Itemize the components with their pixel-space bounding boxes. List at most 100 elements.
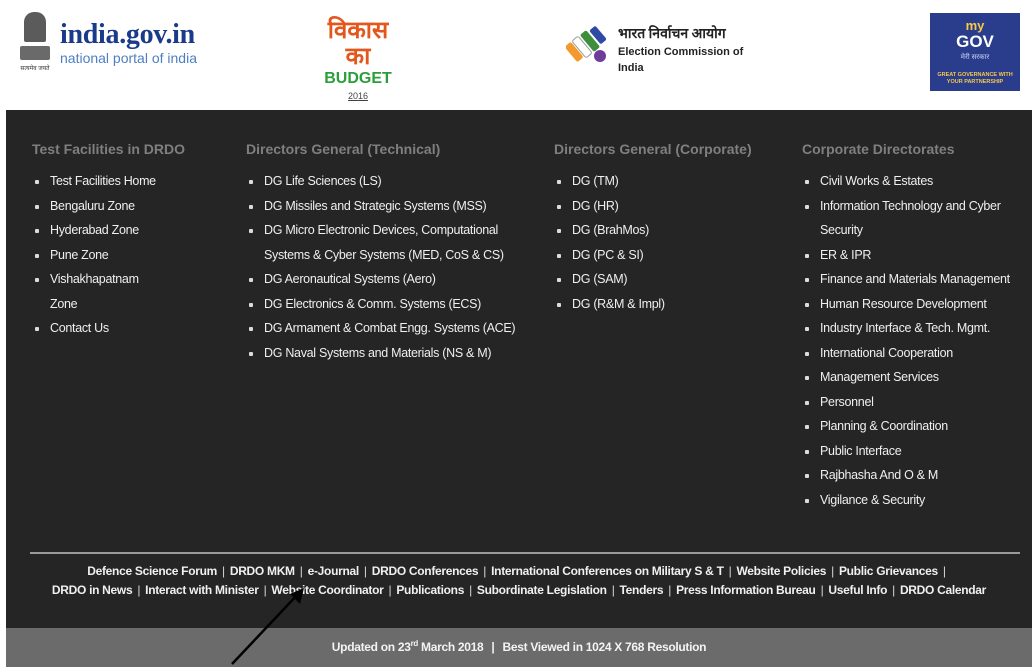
dg-sam-link[interactable]: DG (SAM) — [554, 267, 794, 292]
link-separator: | — [137, 583, 141, 597]
emblem-base-icon — [20, 46, 50, 60]
budget-word: BUDGET — [324, 70, 392, 87]
drdo-conferences-link[interactable]: DRDO Conferences — [372, 564, 479, 578]
bengaluru-zone-link[interactable]: Bengaluru Zone — [32, 194, 232, 219]
pune-zone-link[interactable]: Pune Zone — [32, 243, 232, 268]
dg-brahmos-link[interactable]: DG (BrahMos) — [554, 218, 794, 243]
link-separator: | — [668, 583, 672, 597]
mygov-logo[interactable]: my GOV मेरी सरकार GREAT GOVERNANCE WITH … — [930, 13, 1020, 91]
website-coordinator-link[interactable]: Website Coordinator — [271, 583, 383, 597]
vigilance-security-link[interactable]: Vigilance & Security — [802, 488, 1032, 513]
test-facilities-heading: Test Facilities in DRDO — [32, 141, 185, 157]
mygov-tagline: GREAT GOVERNANCE WITH YOUR PARTNERSHIP — [937, 72, 1013, 85]
er-ipr-link[interactable]: ER & IPR — [802, 243, 1032, 268]
dg-rm-impl-link[interactable]: DG (R&M & Impl) — [554, 292, 794, 317]
human-resource-link[interactable]: Human Resource Development — [802, 292, 1032, 317]
rajbhasha-link[interactable]: Rajbhasha And O & M — [802, 463, 1032, 488]
link-separator: | — [892, 583, 895, 597]
subordinate-legislation-link[interactable]: Subordinate Legislation — [477, 583, 607, 597]
updated-separator: | — [491, 640, 495, 654]
dg-pc-si-link[interactable]: DG (PC & SI) — [554, 243, 794, 268]
dg-life-sciences-link[interactable]: DG Life Sciences (LS) — [246, 169, 546, 194]
corporate-directorates-column: Corporate Directorates Civil Works & Est… — [802, 140, 1032, 512]
link-separator: | — [469, 583, 472, 597]
footer-divider — [30, 552, 1020, 554]
vishakhapatnam-zone-link-continued[interactable]: Zone — [32, 292, 232, 317]
eci-hindi-name: भारत निर्वाचन आयोग — [618, 27, 726, 42]
e-journal-link[interactable]: e-Journal — [308, 564, 360, 578]
updated-ordinal-suffix: rd — [410, 639, 419, 648]
eci-english-name: Election Commission of India — [618, 46, 744, 74]
press-information-bureau-link[interactable]: Press Information Bureau — [676, 583, 816, 597]
it-cyber-security-link-continued[interactable]: Security — [802, 218, 1032, 243]
link-separator: | — [263, 583, 267, 597]
planning-coordination-link[interactable]: Planning & Coordination — [802, 414, 1032, 439]
dg-corporate-heading: Directors General (Corporate) — [554, 141, 752, 157]
publications-link[interactable]: Publications — [396, 583, 464, 597]
civil-works-link[interactable]: Civil Works & Estates — [802, 169, 1032, 194]
tenders-link[interactable]: Tenders — [620, 583, 664, 597]
it-cyber-security-link[interactable]: Information Technology and Cyber — [802, 194, 1032, 219]
defence-science-forum-link[interactable]: Defence Science Forum — [87, 564, 217, 578]
updated-prefix: Updated on 23 — [331, 640, 411, 654]
india-gov-title: india.gov.in — [60, 19, 195, 50]
management-services-link[interactable]: Management Services — [802, 365, 1032, 390]
useful-info-link[interactable]: Useful Info — [828, 583, 887, 597]
india-gov-logo[interactable]: india.gov.in national portal of india — [60, 19, 197, 67]
best-viewed-resolution: Best Viewed in 1024 X 768 Resolution — [502, 640, 707, 654]
website-policies-link[interactable]: Website Policies — [736, 564, 826, 578]
interact-with-minister-link[interactable]: Interact with Minister — [145, 583, 259, 597]
drdo-mkm-link[interactable]: DRDO MKM — [230, 564, 295, 578]
budget-hindi-title: विकास का — [327, 17, 389, 70]
updated-date-rest: March 2018 — [417, 640, 484, 654]
link-separator: | — [942, 564, 946, 578]
link-separator: | — [363, 564, 367, 578]
public-grievances-link[interactable]: Public Grievances — [839, 564, 938, 578]
dg-micro-electronic-link[interactable]: DG Micro Electronic Devices, Computation… — [246, 218, 546, 243]
mygov-my: my — [965, 18, 985, 33]
finance-materials-link[interactable]: Finance and Materials Management — [802, 267, 1032, 292]
footer-links: Defence Science Forum | DRDO MKM | e-Journal… — [6, 562, 1032, 600]
ballot-finger-icon — [566, 26, 607, 62]
dg-hr-link[interactable]: DG (HR) — [554, 194, 794, 219]
footer-links-row-1: Defence Science Forum | DRDO MKM | e-Journal… — [6, 562, 1032, 581]
link-separator: | — [299, 564, 303, 578]
test-facilities-column: Test Facilities in DRDO Test Facilities … — [32, 140, 232, 341]
india-gov-subtitle: national portal of india — [60, 50, 197, 66]
link-separator: | — [483, 564, 487, 578]
international-cooperation-link[interactable]: International Cooperation — [802, 341, 1032, 366]
drdo-in-news-link[interactable]: DRDO in News — [52, 583, 133, 597]
link-separator: | — [831, 564, 834, 578]
personnel-link[interactable]: Personnel — [802, 390, 1032, 415]
hyderabad-zone-link[interactable]: Hyderabad Zone — [32, 218, 232, 243]
dg-micro-electronic-link-continued[interactable]: Systems & Cyber Systems (MED, CoS & CS) — [246, 243, 546, 268]
footer-links-row-2: DRDO in News | Interact with Minister | Webs… — [6, 581, 1032, 600]
partner-logo-strip: सत्यमेव जयते india.gov.in national porta… — [0, 0, 1032, 102]
vikas-ka-budget-logo[interactable]: विकास का BUDGET 2016 — [318, 17, 398, 102]
dg-tm-link[interactable]: DG (TM) — [554, 169, 794, 194]
dg-technical-heading: Directors General (Technical) — [246, 141, 441, 157]
test-facilities-home-link[interactable]: Test Facilities Home — [32, 169, 232, 194]
dg-electronics-link[interactable]: DG Electronics & Comm. Systems (ECS) — [246, 292, 546, 317]
dg-armament-link[interactable]: DG Armament & Combat Engg. Systems (ACE) — [246, 316, 546, 341]
international-conferences-link[interactable]: International Conferences on Military S … — [491, 564, 724, 578]
public-interface-link[interactable]: Public Interface — [802, 439, 1032, 464]
emblem-motto: सत्यमेव जयते — [20, 66, 50, 72]
dg-corporate-column: Directors General (Corporate) DG (TM) DG… — [554, 140, 794, 316]
dg-aeronautical-link[interactable]: DG Aeronautical Systems (Aero) — [246, 267, 546, 292]
dg-naval-link[interactable]: DG Naval Systems and Materials (NS & M) — [246, 341, 546, 366]
dg-technical-column: Directors General (Technical) DG Life Sc… — [246, 140, 546, 365]
emblem-lion-capital-icon — [24, 12, 46, 42]
link-separator: | — [820, 583, 824, 597]
link-separator: | — [728, 564, 732, 578]
national-emblem-logo[interactable]: सत्यमेव जयते — [18, 10, 52, 72]
corporate-directorates-heading: Corporate Directorates — [802, 141, 955, 157]
mygov-hindi: मेरी सरकार — [960, 54, 990, 61]
contact-us-link[interactable]: Contact Us — [32, 316, 232, 341]
last-updated-bar: Updated on 23rd March 2018 | Best Viewed i… — [6, 628, 1032, 667]
footer-navigation: Test Facilities in DRDO Test Facilities … — [6, 110, 1032, 667]
industry-interface-link[interactable]: Industry Interface & Tech. Mgmt. — [802, 316, 1032, 341]
vishakhapatnam-zone-link[interactable]: Vishakhapatnam — [32, 267, 232, 292]
dg-missiles-link[interactable]: DG Missiles and Strategic Systems (MSS) — [246, 194, 546, 219]
drdo-calendar-link[interactable]: DRDO Calendar — [900, 583, 986, 597]
